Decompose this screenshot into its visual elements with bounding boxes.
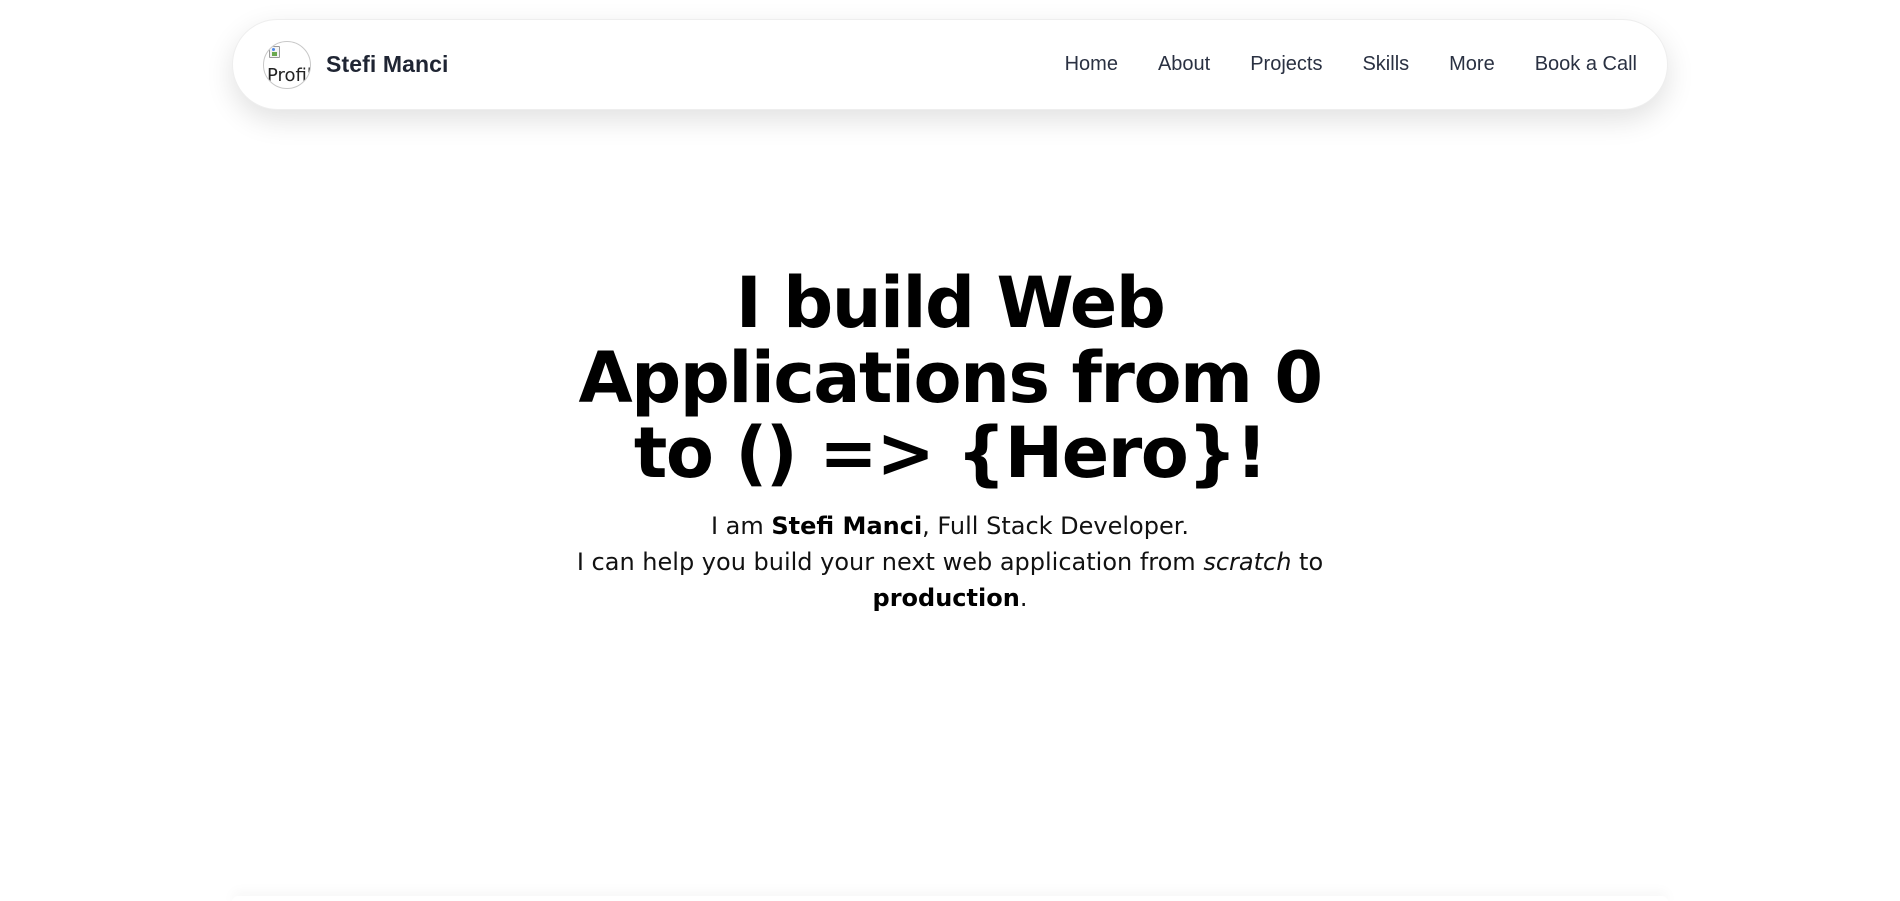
avatar-alt-text: Profil bbox=[267, 64, 311, 86]
page: Profil Stefi Manci Home About Projects S… bbox=[0, 0, 1900, 901]
hero-title-line: to () => {Hero}! bbox=[633, 412, 1268, 494]
intro-name: Stefi Manci bbox=[771, 512, 923, 540]
nav-link-more[interactable]: More bbox=[1449, 53, 1495, 76]
nav-link-projects[interactable]: Projects bbox=[1250, 53, 1322, 76]
help-mid: to bbox=[1291, 548, 1324, 576]
nav-link-skills[interactable]: Skills bbox=[1362, 53, 1409, 76]
nav-link-about[interactable]: About bbox=[1158, 53, 1210, 76]
hero-title: I build Web Applications from 0 to () =>… bbox=[540, 266, 1360, 491]
hero-subtitle: I am Stefi Manci, Full Stack Developer. … bbox=[550, 508, 1350, 616]
nav-link-home[interactable]: Home bbox=[1065, 53, 1118, 76]
help-strong: production bbox=[872, 584, 1020, 612]
help-prefix: I can help you build your next web appli… bbox=[576, 548, 1204, 576]
hero-title-line: I build Web bbox=[735, 262, 1166, 344]
help-end: . bbox=[1019, 584, 1028, 612]
hero-title-line: Applications from 0 bbox=[578, 337, 1323, 419]
broken-image-icon bbox=[269, 45, 280, 58]
help-emphasis: scratch bbox=[1203, 548, 1292, 576]
next-section-edge bbox=[232, 896, 1668, 901]
nav-links: Home About Projects Skills More Book a C… bbox=[1065, 53, 1637, 76]
intro-suffix: , Full Stack Developer. bbox=[922, 512, 1190, 540]
brand-home-link[interactable]: Profil Stefi Manci bbox=[263, 40, 449, 89]
intro-prefix: I am bbox=[710, 512, 772, 540]
profile-avatar: Profil bbox=[263, 40, 311, 89]
nav-link-book-a-call[interactable]: Book a Call bbox=[1535, 53, 1637, 76]
hero-section: I build Web Applications from 0 to () =>… bbox=[0, 266, 1900, 616]
top-navbar: Profil Stefi Manci Home About Projects S… bbox=[232, 19, 1668, 110]
brand-name: Stefi Manci bbox=[326, 51, 449, 77]
